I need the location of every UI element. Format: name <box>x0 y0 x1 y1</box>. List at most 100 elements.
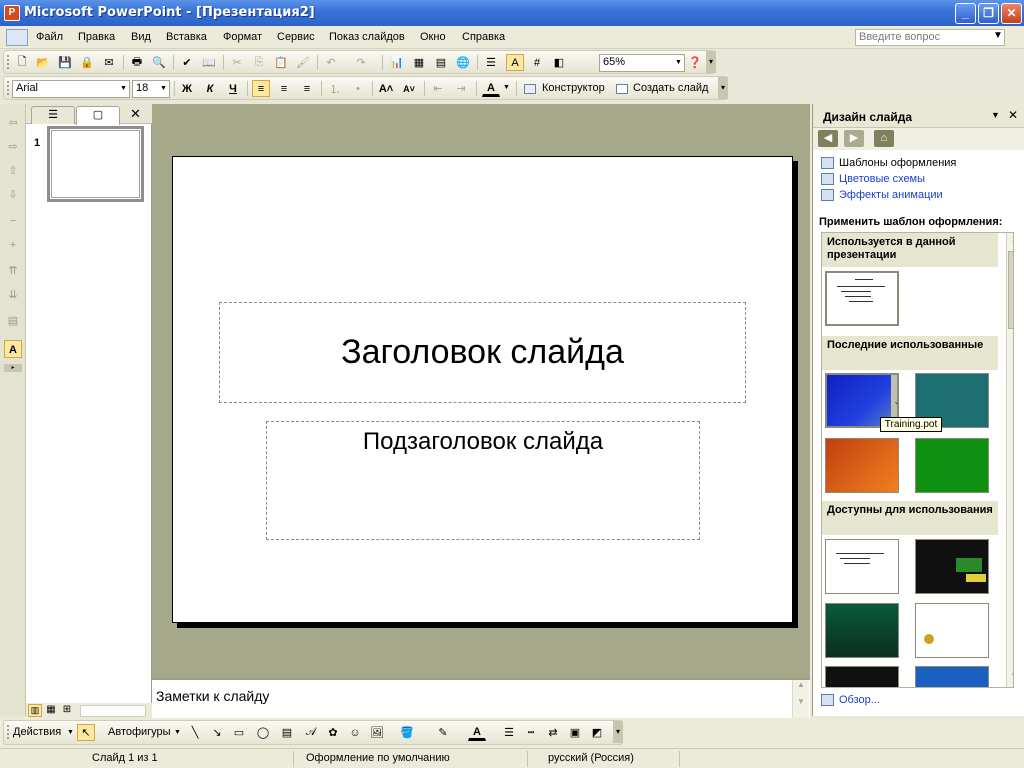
font-size-combo[interactable]: 18 ▼ <box>132 80 170 98</box>
notes-scrollbar[interactable]: ▲ ▼ <box>792 680 809 718</box>
menu-slideshow[interactable]: Показ слайдов <box>329 31 405 43</box>
redo-icon[interactable]: ↷ <box>352 54 370 71</box>
arrow-style-icon[interactable]: ⇄ <box>544 724 562 741</box>
research-icon[interactable]: 📖 <box>200 54 218 71</box>
color-grayscale-icon[interactable]: ◧ <box>550 54 568 71</box>
show-formatting-icon[interactable]: A <box>4 340 22 358</box>
show-formatting-icon[interactable]: A <box>506 54 524 71</box>
restore-button[interactable]: ❐ <box>978 3 999 24</box>
expand-icon[interactable]: + <box>4 236 22 254</box>
italic-button[interactable]: К <box>201 80 219 97</box>
format-painter-icon[interactable]: 🖌 <box>294 54 312 71</box>
animation-schemes-link[interactable]: Эффекты анимации <box>821 189 943 201</box>
new-slide-button[interactable]: Создать слайд <box>633 82 708 94</box>
oval-icon[interactable]: ◯ <box>254 724 272 741</box>
spelling-icon[interactable]: ✔ <box>178 54 196 71</box>
notes-placeholder[interactable]: Заметки к слайду <box>156 688 269 704</box>
scroll-down-icon[interactable]: ▼ <box>793 697 809 706</box>
menu-view[interactable]: Вид <box>131 31 151 43</box>
tab-slides[interactable]: ▢ <box>76 106 120 125</box>
promote-icon[interactable]: ⇦ <box>4 114 22 132</box>
toolbar-options-icon[interactable]: ▾ <box>613 721 623 743</box>
design-templates-link[interactable]: Шаблоны оформления <box>821 157 956 169</box>
task-pane-menu-icon[interactable]: ▼ <box>991 110 1000 120</box>
demote-icon[interactable]: ⇨ <box>4 138 22 156</box>
fill-color-icon[interactable]: 🪣 <box>398 724 416 741</box>
decrease-font-icon[interactable]: A˅ <box>400 80 418 97</box>
subtitle-placeholder[interactable]: Подзаголовок слайда <box>266 421 700 540</box>
scroll-up-icon[interactable]: ▲ <box>1007 235 1013 244</box>
bullets-icon[interactable]: • <box>349 80 367 97</box>
numbering-icon[interactable]: ⒈ <box>326 80 344 97</box>
template-thumb-blue[interactable] <box>915 666 989 687</box>
powerpoint-app-icon[interactable]: P <box>4 5 20 21</box>
wordart-icon[interactable]: 𝒜 <box>302 724 320 741</box>
scrollbar-thumb[interactable] <box>1008 251 1013 329</box>
diagram-icon[interactable]: ✿ <box>324 724 342 741</box>
print-preview-icon[interactable]: 🔍 <box>150 54 168 71</box>
toolbar-grip[interactable] <box>7 725 10 739</box>
chevron-down-icon[interactable]: ▼ <box>158 81 169 97</box>
arrow-icon[interactable]: ↘ <box>208 724 226 741</box>
template-thumb-dark[interactable] <box>825 666 899 687</box>
toolbar-options-icon[interactable]: ▾ <box>718 77 728 99</box>
copy-icon[interactable]: ⎘ <box>250 54 268 71</box>
close-window-button[interactable]: ✕ <box>1001 3 1022 24</box>
summary-slide-icon[interactable]: ▤ <box>4 312 22 330</box>
toolbar-grip[interactable] <box>7 81 10 95</box>
normal-view-icon[interactable]: ▥ <box>28 704 42 717</box>
open-folder-icon[interactable]: 📂 <box>34 54 52 71</box>
menu-help[interactable]: Справка <box>462 31 505 43</box>
text-box-icon[interactable]: ▤ <box>278 724 296 741</box>
forward-icon[interactable]: ▶ <box>844 130 864 147</box>
close-icon[interactable]: ✕ <box>1008 108 1018 122</box>
template-thumb-orange[interactable] <box>825 438 899 493</box>
line-style-icon[interactable]: ☰ <box>500 724 518 741</box>
tab-outline[interactable]: ☰ <box>31 106 75 124</box>
rectangle-icon[interactable]: ▭ <box>230 724 248 741</box>
expand-all-icon[interactable]: ☰ <box>482 54 500 71</box>
minimize-button[interactable]: _ <box>955 3 976 24</box>
move-up-icon[interactable]: ⇧ <box>4 162 22 180</box>
document-icon[interactable] <box>6 29 28 46</box>
expand-all-icon[interactable]: ⇊ <box>4 286 22 304</box>
slide-sorter-view-icon[interactable]: ▦ <box>44 704 58 717</box>
show-grid-icon[interactable]: # <box>528 54 546 71</box>
font-color-icon[interactable]: A <box>468 724 486 741</box>
menu-tools[interactable]: Сервис <box>277 31 315 43</box>
3d-style-icon[interactable]: ◩ <box>588 724 606 741</box>
template-thumb-blank[interactable] <box>825 539 899 594</box>
notes-pane[interactable]: Заметки к слайду ▲ ▼ <box>152 678 810 718</box>
template-thumb-green[interactable] <box>915 438 989 493</box>
color-schemes-link[interactable]: Цветовые схемы <box>821 173 925 185</box>
font-color-icon[interactable]: A <box>482 80 500 97</box>
increase-indent-icon[interactable]: ⇥ <box>452 80 470 97</box>
actions-menu[interactable]: Действия <box>13 726 61 738</box>
menu-insert[interactable]: Вставка <box>166 31 207 43</box>
underline-button[interactable]: Ч <box>224 80 242 97</box>
chevron-down-icon[interactable]: ▼ <box>503 84 510 91</box>
chevron-down-icon[interactable]: ▼ <box>673 55 684 71</box>
align-right-icon[interactable]: ≡ <box>298 80 316 97</box>
slideshow-view-icon[interactable]: ⊞ <box>60 704 74 717</box>
chevron-down-icon[interactable]: ▼ <box>67 729 74 736</box>
print-icon[interactable]: 🖶 <box>128 54 146 71</box>
move-down-icon[interactable]: ⇩ <box>4 186 22 204</box>
template-thumb-mosaic[interactable] <box>915 539 989 594</box>
menu-format[interactable]: Формат <box>223 31 262 43</box>
email-icon[interactable]: ✉ <box>100 54 118 71</box>
increase-font-icon[interactable]: A˄ <box>377 80 395 97</box>
slide-canvas[interactable]: Заголовок слайда Подзаголовок слайда <box>172 156 793 623</box>
designer-button[interactable]: Конструктор <box>542 82 605 94</box>
insert-chart-icon[interactable]: 📊 <box>388 54 406 71</box>
toolbar-options-icon[interactable]: ▸ <box>4 364 22 372</box>
template-thumb-darkgreen[interactable] <box>825 603 899 658</box>
select-objects-icon[interactable]: ↖ <box>77 724 95 741</box>
back-icon[interactable]: ◀ <box>818 130 838 147</box>
shadow-style-icon[interactable]: ▣ <box>566 724 584 741</box>
paste-icon[interactable]: 📋 <box>272 54 290 71</box>
collapse-all-icon[interactable]: ⇈ <box>4 262 22 280</box>
insert-hyperlink-icon[interactable]: 🌐 <box>454 54 472 71</box>
home-icon[interactable]: ⌂ <box>874 130 894 147</box>
toolbar-options-icon[interactable]: ▾ <box>706 51 716 73</box>
